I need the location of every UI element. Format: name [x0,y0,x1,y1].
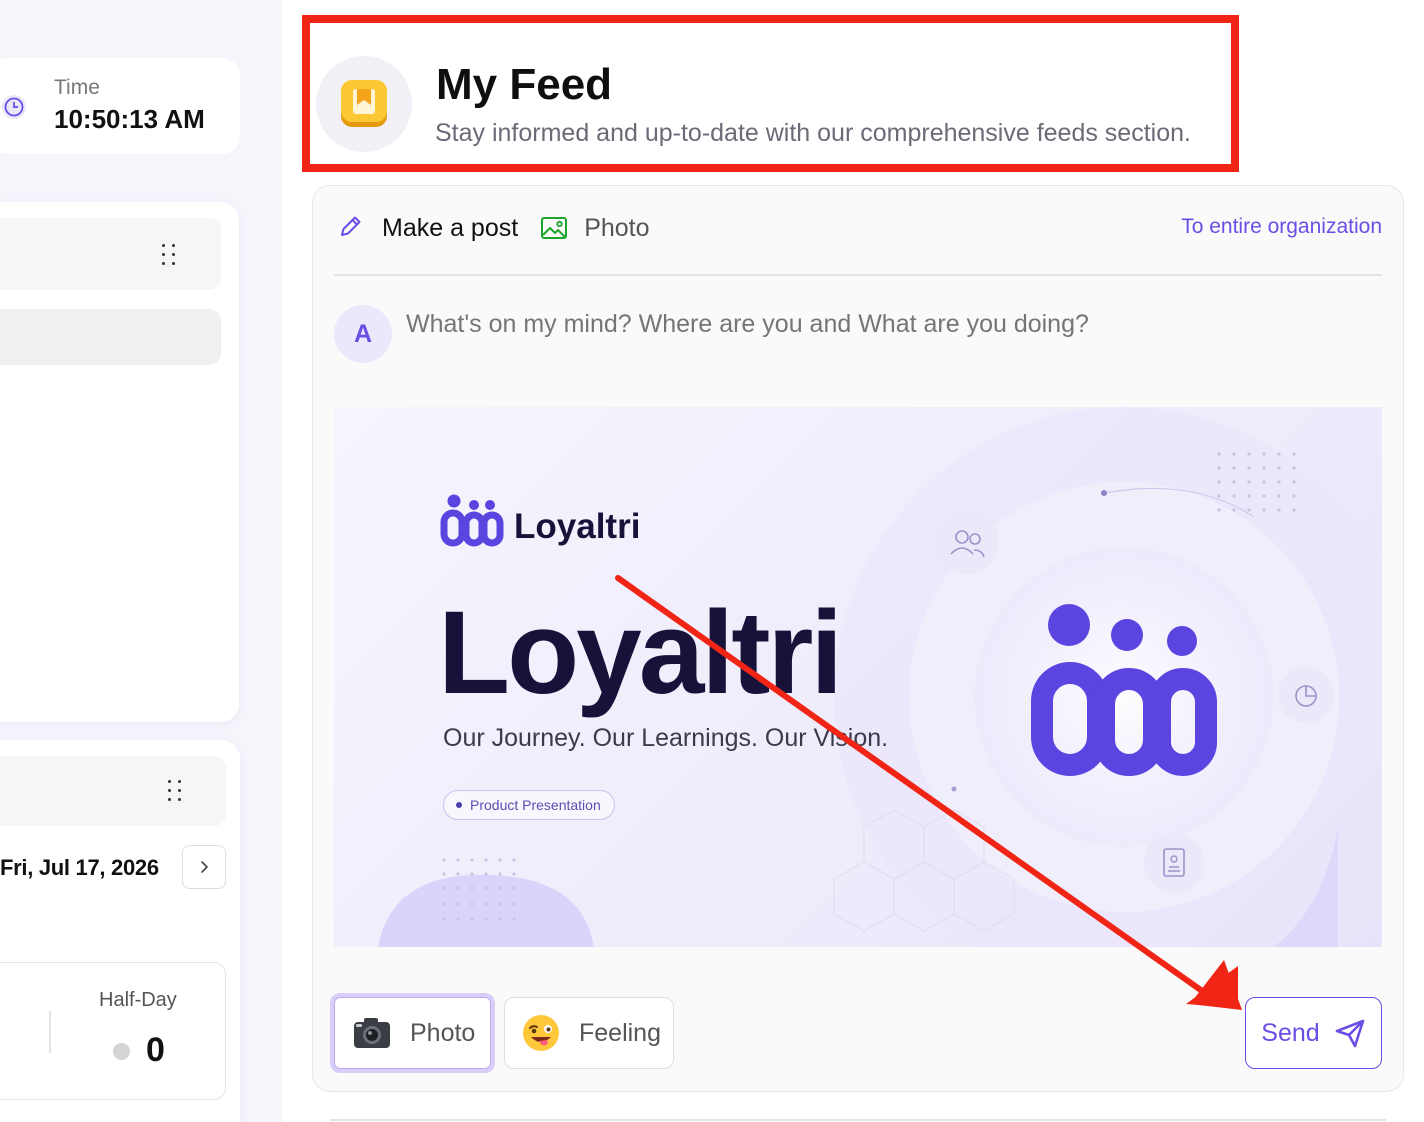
time-card: Time 10:50:13 AM [0,58,240,154]
half-day-label: Half-Day [99,989,177,1011]
time-label: Time [54,76,100,99]
emoji-icon [523,1015,559,1051]
photo-tab[interactable]: Photo [540,213,650,243]
make-post-tab[interactable]: Make a post [382,214,518,243]
send-icon [1335,1019,1364,1048]
widget-header [0,218,221,290]
document-icon [1144,833,1204,893]
composer-tabs: Make a post Photo [338,208,650,248]
audience-selector[interactable]: To entire organization [1181,215,1382,239]
current-date: Fri, Jul 17, 2026 [0,855,159,880]
divider [330,1119,1386,1121]
send-label: Send [1261,1018,1320,1047]
pencil-icon[interactable] [338,213,364,244]
attendance-summary: Half-Day 0 [0,962,226,1100]
attached-image-preview[interactable]: Loyaltri Loyaltri Our Journey. Our Learn… [334,407,1382,947]
clock-icon [2,95,26,119]
half-day-count: 0 [146,1031,165,1069]
drag-handle-icon[interactable] [168,780,182,802]
image-icon [541,217,568,239]
photo-tab-label: Photo [584,213,650,242]
banner-pill-label: Product Presentation [470,797,601,813]
feeling-label: Feeling [579,1018,661,1047]
add-photo-button[interactable]: Photo [330,993,495,1073]
banner-headline: Loyaltri [438,587,843,719]
divider [334,274,1382,276]
feeling-button[interactable]: Feeling [504,997,674,1069]
avatar: A [334,305,392,363]
users-icon [935,510,999,574]
post-text-input[interactable] [406,310,1366,339]
banner-pill: Product Presentation [443,790,615,820]
annotation-highlight-box [302,15,1239,172]
drag-handle-icon[interactable] [162,244,176,266]
divider [49,1011,51,1053]
status-dot [113,1043,130,1060]
banner-tagline: Our Journey. Our Learnings. Our Vision. [443,724,889,752]
pie-chart-icon [1278,667,1334,723]
banner-brand-name: Loyaltri [514,507,641,546]
chevron-right-icon [201,861,208,873]
calendar-card-header [0,756,226,826]
send-button[interactable]: Send [1245,997,1382,1069]
time-value: 10:50:13 AM [54,104,205,134]
next-date-button[interactable] [182,845,226,889]
widget-card [0,202,239,722]
widget-placeholder-bar [0,309,221,365]
calendar-card: Fri, Jul 17, 2026 Half-Day 0 [0,740,240,1122]
